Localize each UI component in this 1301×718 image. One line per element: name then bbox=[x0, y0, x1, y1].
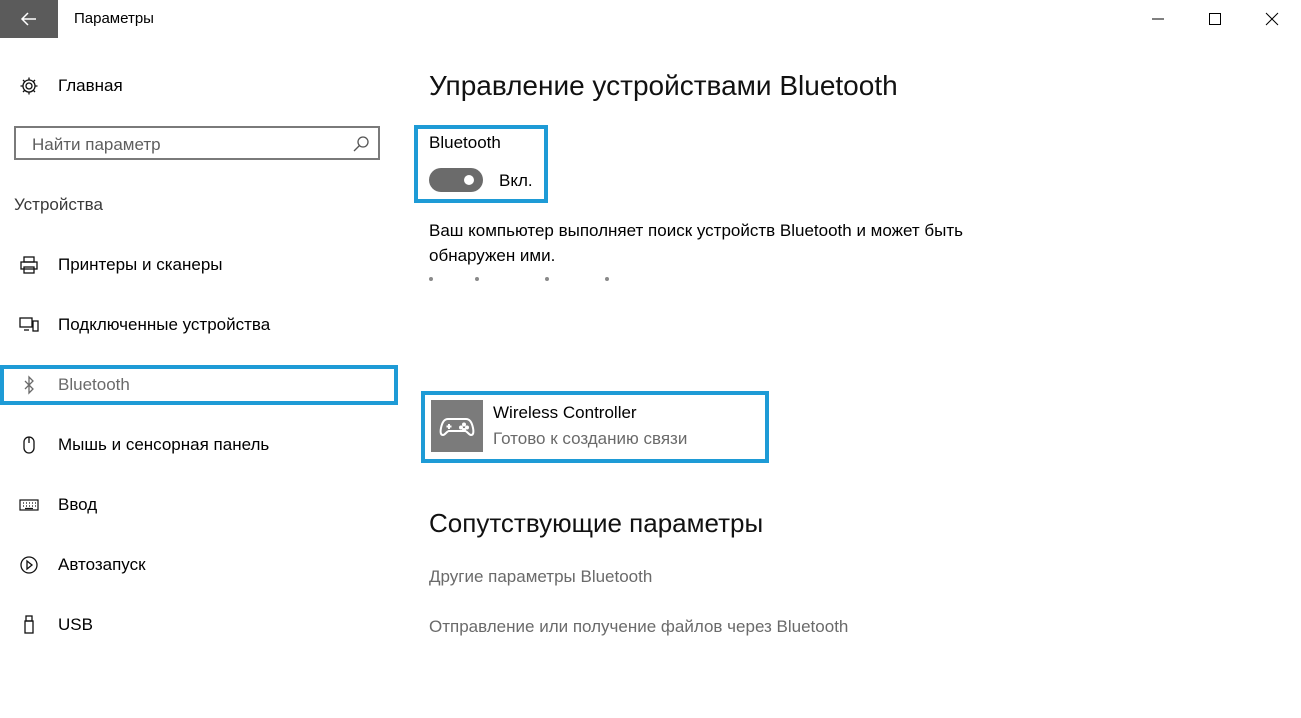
sidebar-item-label: Bluetooth bbox=[58, 375, 130, 394]
sidebar-item-label: Подключенные устройства bbox=[58, 315, 271, 334]
mouse-icon bbox=[18, 434, 40, 456]
sidebar-item-label: USB bbox=[58, 615, 93, 634]
sidebar-item-label: Автозапуск bbox=[58, 555, 146, 574]
printer-icon bbox=[18, 254, 40, 276]
minimize-icon bbox=[1152, 18, 1164, 20]
back-arrow-icon bbox=[20, 12, 36, 26]
maximize-button[interactable] bbox=[1192, 0, 1238, 38]
toggle-state-text: Вкл. bbox=[499, 171, 533, 190]
sidebar-item-printers[interactable]: Принтеры и сканеры bbox=[0, 245, 398, 285]
send-receive-files-link[interactable]: Отправление или получение файлов через B… bbox=[429, 617, 848, 637]
usb-icon bbox=[18, 614, 40, 636]
device-list-item[interactable]: Wireless Controller Готово к созданию св… bbox=[421, 391, 769, 463]
progress-dot bbox=[545, 277, 549, 281]
title-bar: Параметры bbox=[0, 0, 1301, 38]
sidebar-item-connected-devices[interactable]: Подключенные устройства bbox=[0, 305, 398, 345]
search-input[interactable] bbox=[30, 133, 354, 157]
back-button[interactable] bbox=[0, 0, 58, 38]
maximize-icon bbox=[1209, 13, 1221, 25]
devices-section-label: Устройства bbox=[14, 195, 103, 214]
related-settings-title: Сопутствующие параметры bbox=[429, 508, 764, 538]
other-bluetooth-settings-link[interactable]: Другие параметры Bluetooth bbox=[429, 567, 652, 587]
searching-progress-dots bbox=[429, 277, 629, 283]
sidebar-item-label: Принтеры и сканеры bbox=[58, 255, 223, 274]
window-title: Параметры bbox=[74, 10, 154, 27]
sidebar-item-input[interactable]: Ввод bbox=[0, 485, 398, 525]
bluetooth-toggle-group: Bluetooth Вкл. bbox=[414, 125, 548, 203]
toggle-knob bbox=[464, 175, 474, 185]
sidebar-item-bluetooth[interactable]: Bluetooth bbox=[0, 365, 398, 405]
page-title: Управление устройствами Bluetooth bbox=[429, 70, 898, 101]
connected-devices-icon bbox=[18, 314, 40, 336]
progress-dot bbox=[475, 277, 479, 281]
home-nav-item[interactable]: Главная bbox=[18, 72, 123, 100]
keyboard-icon bbox=[18, 494, 40, 516]
home-label: Главная bbox=[58, 76, 123, 95]
progress-dot bbox=[605, 277, 609, 281]
close-button[interactable] bbox=[1249, 0, 1295, 38]
progress-dot bbox=[429, 277, 433, 281]
sidebar-item-label: Мышь и сенсорная панель bbox=[58, 435, 270, 454]
bluetooth-toggle[interactable] bbox=[429, 168, 483, 192]
gamepad-icon bbox=[431, 400, 483, 452]
close-icon bbox=[1265, 12, 1279, 26]
sidebar-item-label: Ввод bbox=[58, 495, 98, 514]
bluetooth-icon bbox=[18, 374, 40, 396]
minimize-button[interactable] bbox=[1135, 0, 1181, 38]
bluetooth-toggle-label: Bluetooth bbox=[429, 133, 501, 152]
sidebar-item-mouse[interactable]: Мышь и сенсорная панель bbox=[0, 425, 398, 465]
sidebar-item-autoplay[interactable]: Автозапуск bbox=[0, 545, 398, 585]
device-status: Готово к созданию связи bbox=[493, 429, 688, 448]
search-icon[interactable] bbox=[352, 135, 370, 153]
sidebar-item-usb[interactable]: USB bbox=[0, 605, 398, 645]
discovery-description: Ваш компьютер выполняет поиск устройств … bbox=[429, 221, 963, 265]
autoplay-icon bbox=[18, 554, 40, 576]
search-box[interactable] bbox=[14, 126, 380, 160]
gear-icon bbox=[18, 75, 40, 97]
device-name: Wireless Controller bbox=[493, 403, 637, 422]
